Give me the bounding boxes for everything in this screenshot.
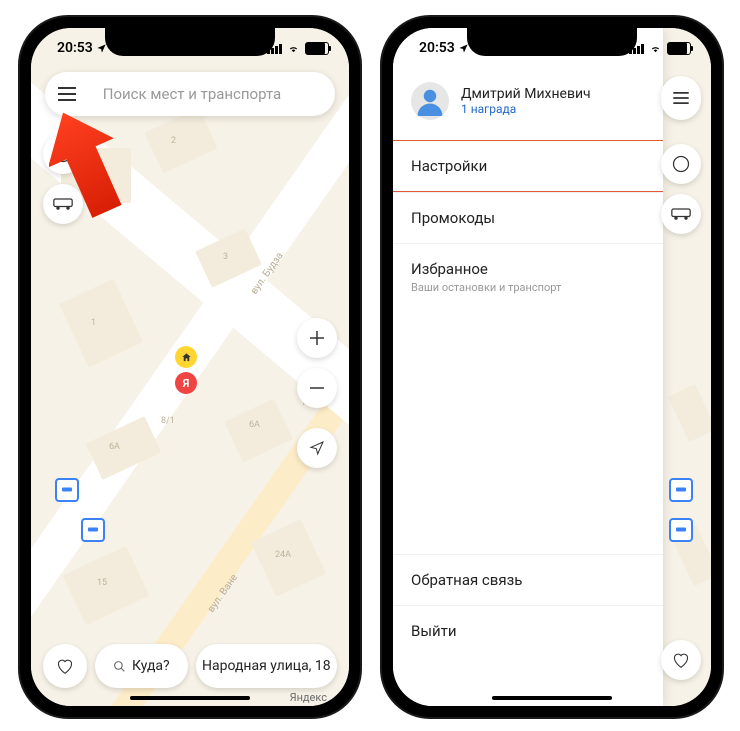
compass-icon <box>309 440 325 456</box>
menu-item-promocodes[interactable]: Промокоды <box>393 192 663 243</box>
status-time: 20:53 <box>419 40 455 56</box>
home-indicator <box>492 696 612 700</box>
layers-button[interactable] <box>661 144 701 184</box>
menu-item-settings[interactable]: Настройки <box>393 140 663 192</box>
phone-frame-left: вул. Будза вул. Ване 4 2 1 3 6A 8/1 6A 1… <box>18 15 362 719</box>
phone-frame-right: Дмитрий Михневич 1 награда Настройки Про… <box>380 15 724 719</box>
menu-button[interactable] <box>661 76 701 120</box>
avatar <box>411 82 449 120</box>
callout-arrow <box>49 108 139 218</box>
where-to-button[interactable]: Куда? <box>95 644 188 688</box>
bus-icon <box>675 526 687 534</box>
search-placeholder: Поиск мест и транспорта <box>89 85 335 103</box>
heart-icon <box>672 652 690 668</box>
plus-icon <box>309 330 325 346</box>
user-icon <box>415 86 445 116</box>
search-icon <box>113 660 126 673</box>
bus-stop-marker[interactable] <box>55 478 79 502</box>
brand-label: Яндекс <box>290 691 327 704</box>
menu-item-logout[interactable]: Выйти <box>393 605 663 656</box>
transport-button[interactable] <box>661 194 701 234</box>
marker-home[interactable] <box>175 346 197 368</box>
wifi-icon <box>648 43 663 54</box>
menu-item-favorites[interactable]: Избранное Ваши остановки и транспорт <box>393 243 663 310</box>
menu-item-favorites-sub: Ваши остановки и транспорт <box>411 281 645 294</box>
locate-button[interactable] <box>297 428 337 468</box>
hamburger-icon <box>58 87 76 101</box>
minus-icon <box>309 380 325 396</box>
battery-icon <box>667 42 691 55</box>
favorites-button[interactable] <box>661 640 701 680</box>
side-menu: Дмитрий Михневич 1 награда Настройки Про… <box>393 28 663 706</box>
bus-icon <box>675 486 687 494</box>
street-label: вул. Ване <box>206 572 240 614</box>
bus-stop-marker[interactable] <box>81 518 105 542</box>
address-chip[interactable]: Народная улица, 18 <box>196 644 337 688</box>
profile-name: Дмитрий Михневич <box>461 86 591 102</box>
zoom-in-button[interactable] <box>297 318 337 358</box>
status-time: 20:53 <box>57 40 93 56</box>
heart-icon <box>56 658 74 674</box>
bus-icon <box>61 486 73 494</box>
zoom-out-button[interactable] <box>297 368 337 408</box>
bus-icon <box>87 526 99 534</box>
menu-item-feedback[interactable]: Обратная связь <box>393 554 663 605</box>
profile-awards[interactable]: 1 награда <box>461 102 591 116</box>
bus-stop-marker[interactable] <box>669 518 693 542</box>
bus-icon <box>671 208 691 220</box>
where-label: Куда? <box>132 658 170 674</box>
home-icon <box>181 352 192 363</box>
hamburger-icon <box>673 92 689 104</box>
wifi-icon <box>286 43 301 54</box>
circle-outline-icon <box>671 154 691 174</box>
home-indicator <box>130 696 250 700</box>
bus-stop-marker[interactable] <box>669 478 693 502</box>
marker-yandex[interactable]: Я <box>175 372 197 394</box>
favorites-button[interactable] <box>43 644 87 688</box>
battery-icon <box>305 42 329 55</box>
